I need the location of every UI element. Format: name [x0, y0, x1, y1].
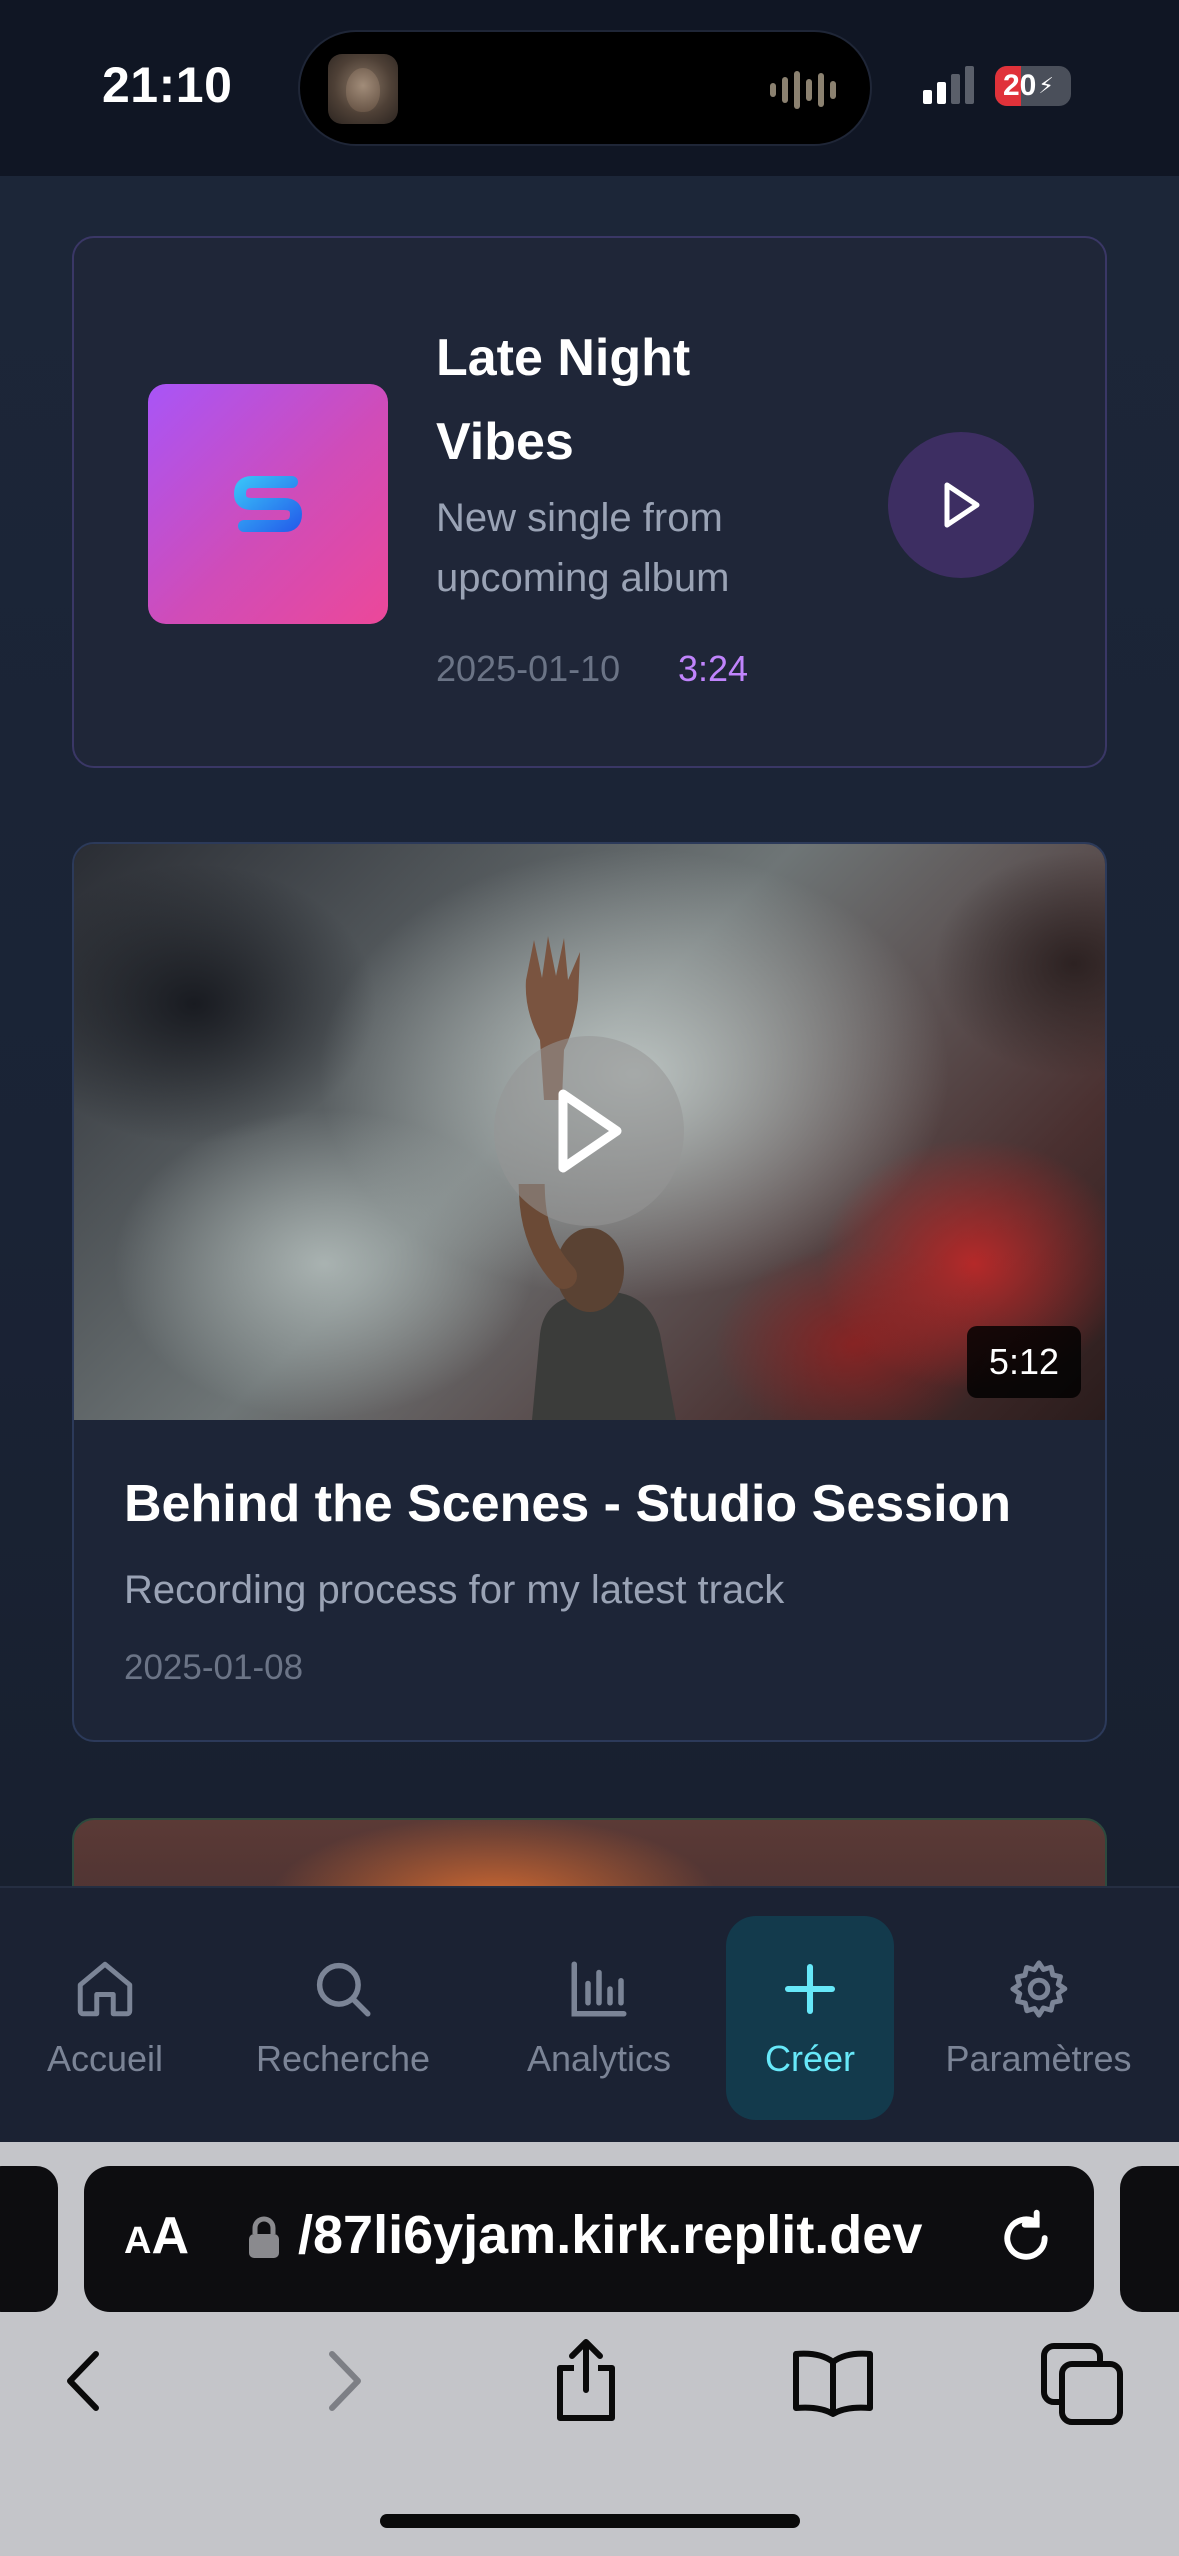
- track-description: New single from upcoming album: [436, 496, 730, 600]
- nav-item-recherche[interactable]: Recherche: [238, 1916, 448, 2120]
- track-cover-art: [148, 384, 388, 624]
- track-date: 2025-01-10: [436, 648, 621, 689]
- aa-small: A: [124, 2220, 152, 2262]
- gear-icon: [1009, 1960, 1067, 2018]
- url-text: /87li6yjam.kirk.replit.dev: [298, 2205, 923, 2265]
- battery-indicator: 20 ⚡: [995, 66, 1071, 106]
- tabs-icon[interactable]: [1040, 2342, 1124, 2426]
- search-icon: [316, 1962, 371, 2017]
- play-icon: [944, 482, 980, 528]
- video-card[interactable]: 5:12 Behind the Scenes - Studio Session …: [72, 842, 1107, 1742]
- track-title: Late Night Vibes: [436, 329, 691, 471]
- audio-waveform-icon: [770, 70, 840, 110]
- nav-item-creer[interactable]: Créer: [726, 1916, 894, 2120]
- nav-label-accueil: Accueil: [46, 2038, 164, 2079]
- nav-label-creer: Créer: [764, 2038, 856, 2079]
- dynamic-island[interactable]: [298, 30, 872, 146]
- play-icon: [558, 1089, 622, 1173]
- cellular-signal-icon: [923, 66, 974, 104]
- forward-icon[interactable]: [318, 2346, 368, 2416]
- nav-label-recherche: Recherche: [255, 2038, 431, 2079]
- video-title: Behind the Scenes - Studio Session: [124, 1475, 1012, 1533]
- nav-label-parametres: Paramètres: [945, 2038, 1132, 2079]
- reload-icon[interactable]: [994, 2206, 1058, 2270]
- track-play-button[interactable]: [888, 432, 1034, 578]
- app-logo-icon: [233, 476, 303, 532]
- track-duration: 3:24: [678, 648, 749, 689]
- nav-item-analytics[interactable]: Analytics: [510, 1916, 688, 2120]
- bottom-navigation: Accueil Recherche Analytics Créer Paramè…: [0, 1886, 1179, 2142]
- share-icon[interactable]: [550, 2338, 622, 2422]
- address-bar[interactable]: AA /87li6yjam.kirk.replit.dev: [84, 2166, 1094, 2312]
- battery-percent: 20: [1003, 69, 1037, 102]
- nav-label-analytics: Analytics: [526, 2038, 672, 2079]
- track-card[interactable]: Late Night Vibes New single from upcomin…: [72, 236, 1107, 768]
- previous-tab-preview[interactable]: [0, 2166, 58, 2312]
- nav-item-accueil[interactable]: Accueil: [20, 1916, 190, 2120]
- lock-icon: [249, 2216, 279, 2258]
- video-description: Recording process for my latest track: [124, 1568, 785, 1612]
- status-time: 21:10: [102, 57, 233, 113]
- browser-chrome: AA /87li6yjam.kirk.replit.dev: [0, 2142, 1179, 2556]
- status-bar: 21:10 20 ⚡: [0, 0, 1179, 176]
- next-tab-preview[interactable]: [1120, 2166, 1179, 2312]
- back-icon[interactable]: [60, 2346, 110, 2416]
- next-media-card[interactable]: [72, 1818, 1107, 1886]
- bar-chart-icon: [571, 1961, 627, 2017]
- home-indicator[interactable]: [380, 2514, 800, 2528]
- charging-bolt-icon: ⚡: [1038, 73, 1054, 98]
- bookmarks-icon[interactable]: [790, 2348, 876, 2418]
- content-feed[interactable]: Late Night Vibes New single from upcomin…: [0, 176, 1179, 1886]
- now-playing-avatar: [328, 54, 398, 124]
- home-icon: [77, 1961, 133, 2017]
- plus-icon: [784, 1963, 836, 2015]
- video-play-button[interactable]: [494, 1036, 684, 1226]
- video-duration-badge: 5:12: [966, 1326, 1081, 1398]
- reader-settings-button[interactable]: AA: [124, 2206, 189, 2266]
- video-date: 2025-01-08: [124, 1648, 304, 1687]
- nav-item-parametres[interactable]: Paramètres: [936, 1916, 1141, 2120]
- video-thumbnail[interactable]: 5:12: [74, 844, 1105, 1420]
- aa-large: A: [151, 2207, 190, 2265]
